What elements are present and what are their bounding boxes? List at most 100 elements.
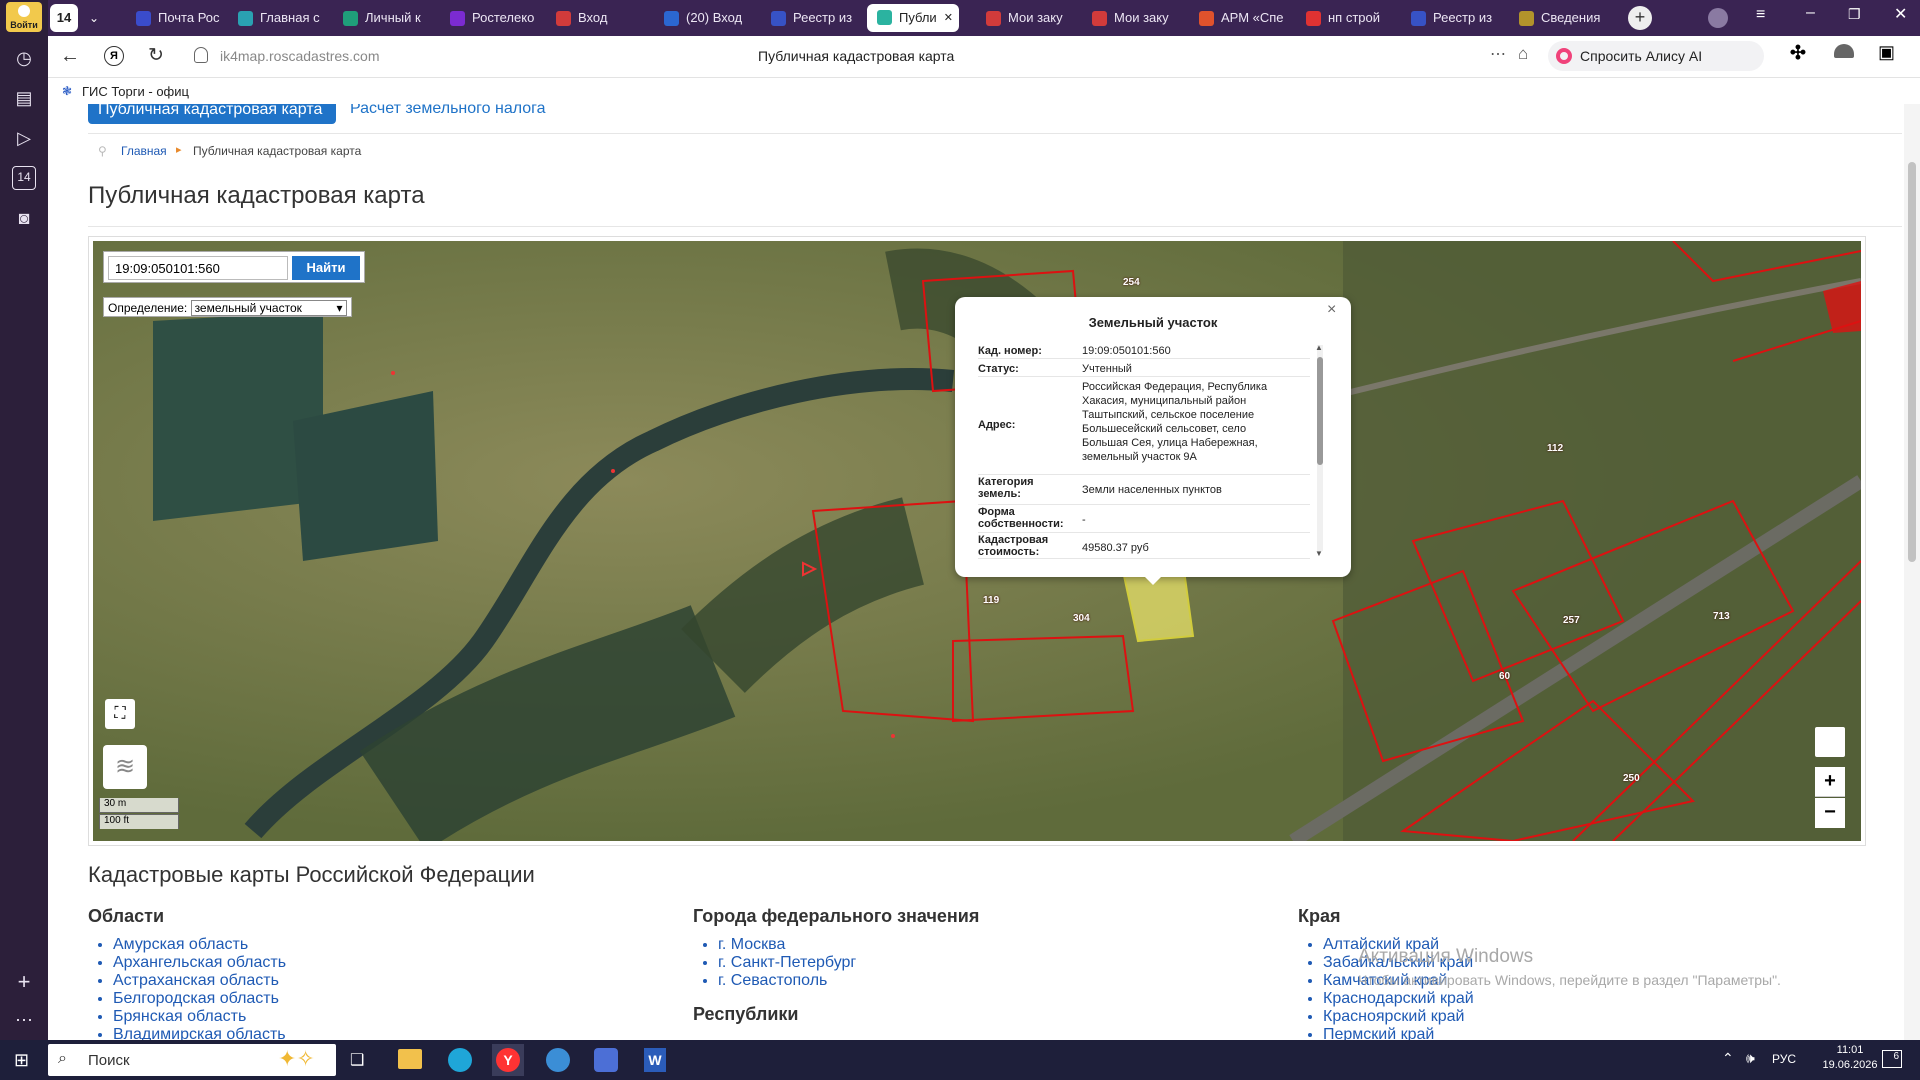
popup-close-button[interactable]: ×: [1327, 301, 1336, 319]
tab-count-button[interactable]: 14: [50, 4, 78, 32]
region-link[interactable]: г. Севастополь: [718, 972, 827, 989]
tab-6[interactable]: Реестр из: [761, 5, 861, 31]
language-indicator[interactable]: РУС: [1772, 1052, 1796, 1066]
tab-8[interactable]: Мои заку: [976, 5, 1076, 31]
tab-close-icon[interactable]: ✕: [944, 4, 953, 32]
task-view-icon[interactable]: ❑: [350, 1050, 364, 1070]
tab-1[interactable]: Главная с: [228, 5, 328, 31]
region-link[interactable]: Красноярский край: [1323, 1008, 1464, 1025]
word-icon[interactable]: W: [644, 1048, 666, 1072]
app-circle-icon[interactable]: [546, 1048, 570, 1072]
collections-toolbar-icon[interactable]: ▣: [1878, 42, 1895, 63]
address-bar[interactable]: ik4map.roscadastres.com: [220, 48, 380, 64]
tabs-counter-icon[interactable]: 14: [12, 166, 36, 190]
tab-11[interactable]: нп строй: [1296, 5, 1396, 31]
plot-number-label: 257: [1563, 615, 1580, 626]
popup-scroll-thumb[interactable]: [1317, 357, 1323, 465]
nav-item-land-tax[interactable]: Расчет земельного налога: [350, 104, 546, 118]
menu-icon[interactable]: ≡: [1756, 6, 1765, 24]
collections-icon[interactable]: ▤: [12, 86, 36, 110]
scroll-up-icon[interactable]: ▲: [1315, 343, 1323, 352]
profile-avatar[interactable]: [1708, 8, 1728, 28]
vpn-icon[interactable]: [1834, 44, 1854, 58]
tab-5[interactable]: (20) Вход: [654, 5, 754, 31]
yandex-icon[interactable]: Я: [104, 46, 124, 66]
yandex-taskbar-item[interactable]: Y: [492, 1044, 524, 1076]
screenshot-icon[interactable]: ◙: [12, 206, 36, 230]
region-link[interactable]: Брянская область: [113, 1008, 246, 1025]
chevron-down-icon[interactable]: ⌄: [82, 6, 106, 30]
page-scroll-thumb[interactable]: [1908, 162, 1916, 562]
popup-value: 19:09:050101:560: [1082, 345, 1171, 357]
tab-13[interactable]: Сведения: [1509, 5, 1609, 31]
edge-icon[interactable]: [448, 1048, 472, 1072]
minimize-icon[interactable]: –: [1806, 4, 1815, 22]
tray-chevron-icon[interactable]: ⌃: [1722, 1050, 1734, 1067]
reload-icon[interactable]: ↻: [148, 44, 164, 67]
popup-key: Кад. номер:: [978, 345, 1042, 357]
scroll-down-icon[interactable]: ▼: [1315, 549, 1323, 558]
notifications-icon[interactable]: 6: [1882, 1050, 1902, 1068]
page-scrollbar[interactable]: [1904, 104, 1920, 1040]
zoom-out-button[interactable]: −: [1815, 798, 1845, 828]
clock[interactable]: 11:01 19.06.2026: [1820, 1044, 1880, 1071]
bookmark-icon[interactable]: ⌂: [1518, 44, 1528, 64]
login-button[interactable]: Войти: [6, 2, 42, 32]
more-icon[interactable]: ⋯: [12, 1008, 36, 1032]
zoom-in-button[interactable]: +: [1815, 767, 1845, 797]
tab-label: Мои заку: [1114, 10, 1169, 25]
windows-start-icon[interactable]: ⊞: [14, 1050, 29, 1071]
restore-icon[interactable]: ❐: [1848, 6, 1861, 23]
cadastral-search-input[interactable]: [108, 256, 288, 280]
tab-7[interactable]: Публи ✕: [867, 4, 959, 32]
map-canvas[interactable]: 254 112 119 304 257 60 250 713 Найти Определени…: [93, 241, 1861, 841]
close-window-icon[interactable]: ✕: [1894, 4, 1907, 24]
tab-favicon-icon: [1306, 11, 1321, 26]
tab-label: АРМ «Спе: [1221, 10, 1284, 25]
region-link[interactable]: г. Москва: [718, 936, 785, 953]
history-icon[interactable]: ◷: [12, 46, 36, 70]
tab-favicon-icon: [1092, 11, 1107, 26]
activation-watermark-text: Чтобы активировать Windows, перейдите в …: [1358, 972, 1781, 988]
region-link[interactable]: Амурская область: [113, 936, 248, 953]
region-link[interactable]: Белгородская область: [113, 990, 279, 1007]
back-icon[interactable]: ←: [60, 45, 80, 68]
region-link[interactable]: Астраханская область: [113, 972, 279, 989]
page-heading: Публичная кадастровая карта: [88, 182, 425, 209]
definition-select[interactable]: земельный участок ▾: [190, 300, 347, 316]
video-icon[interactable]: ▷: [12, 126, 36, 150]
shield-icon[interactable]: [194, 47, 208, 63]
app-tool-icon[interactable]: [594, 1048, 618, 1072]
layers-icon[interactable]: ≋: [103, 745, 147, 789]
region-link[interactable]: Владимирская область: [113, 1026, 286, 1040]
tab-2[interactable]: Личный к: [333, 5, 433, 31]
explorer-icon[interactable]: [398, 1049, 422, 1069]
fullscreen-icon[interactable]: ⛶: [105, 699, 135, 729]
more-dots-icon[interactable]: ⋯: [1490, 44, 1506, 64]
extensions-icon[interactable]: ✣: [1790, 42, 1806, 65]
tab-label: Личный к: [365, 10, 421, 25]
tab-12[interactable]: Реестр из: [1401, 5, 1501, 31]
locate-button[interactable]: [1815, 727, 1845, 757]
region-link[interactable]: Пермский край: [1323, 1026, 1434, 1040]
region-link[interactable]: Краснодарский край: [1323, 990, 1474, 1007]
find-button[interactable]: Найти: [292, 256, 360, 280]
volume-icon[interactable]: 🕪: [1746, 1050, 1755, 1067]
tab-4[interactable]: Вход: [546, 5, 646, 31]
breadcrumb-home-link[interactable]: Главная: [121, 144, 167, 158]
add-panel-icon[interactable]: +: [12, 970, 36, 994]
nav-item-map-active[interactable]: Публичная кадастровая карта: [88, 104, 336, 124]
tab-0[interactable]: Почта Рос: [126, 5, 226, 31]
breadcrumb-home[interactable]: Главная: [121, 144, 167, 158]
tab-9[interactable]: Мои заку: [1082, 5, 1182, 31]
tab-10[interactable]: АРМ «Спе: [1189, 5, 1289, 31]
region-link[interactable]: г. Санкт-Петербург: [718, 954, 856, 971]
tab-3[interactable]: Ростелеко: [440, 5, 540, 31]
new-tab-button[interactable]: +: [1628, 6, 1652, 30]
tab-label: Публи: [899, 10, 937, 25]
region-link[interactable]: Архангельская область: [113, 954, 286, 971]
taskbar-search[interactable]: ⌕ Поиск ✦✧: [48, 1044, 336, 1076]
bookmark-gis-torgi[interactable]: ГИС Торги - офиц: [82, 84, 189, 99]
popup-scrollbar[interactable]: [1317, 345, 1323, 551]
alice-button[interactable]: Спросить Алису AI: [1548, 41, 1764, 71]
